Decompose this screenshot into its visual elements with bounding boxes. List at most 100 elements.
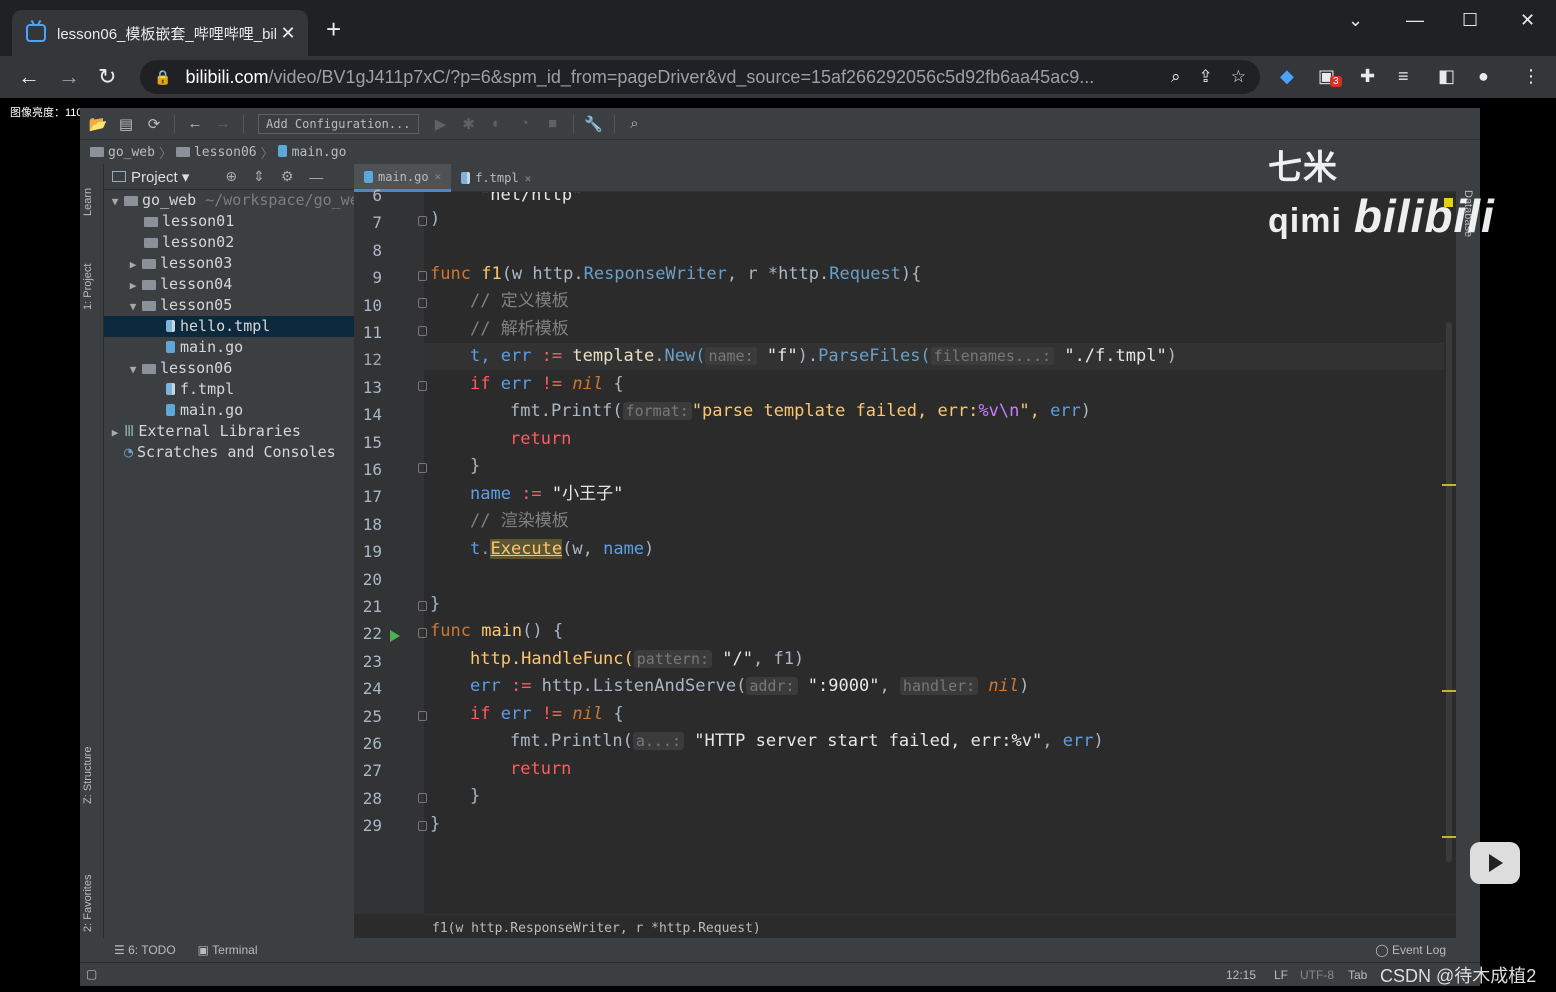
tree-item-lesson01[interactable]: lesson01	[104, 211, 354, 232]
editor-tab-f-tmpl[interactable]: f.tmpl ✕	[451, 164, 541, 192]
search-icon[interactable]: ⌕	[621, 115, 649, 132]
event-log-tab[interactable]: ◯ Event Log	[1375, 943, 1446, 957]
maximize-icon[interactable]: ☐	[1462, 10, 1478, 31]
puzzle-icon[interactable]: ✚	[1360, 66, 1375, 87]
extension-shield-icon[interactable]: ◆	[1280, 66, 1294, 87]
line-separator[interactable]: LF	[1274, 968, 1288, 982]
code-line-17: name := "小王子"	[470, 484, 624, 504]
open-folder-icon[interactable]: 📂	[84, 115, 112, 133]
run-main-icon[interactable]	[390, 630, 400, 642]
project-tree: ▼ go_web ~/workspace/go_we lesson01 lesso…	[104, 190, 359, 463]
save-icon[interactable]: ▤	[112, 115, 140, 133]
folder-icon	[142, 280, 156, 290]
warning-marker[interactable]	[1442, 484, 1456, 486]
tree-item-external-libraries[interactable]: ▶ Ⅲ External Libraries	[104, 421, 354, 442]
structure-tab[interactable]: Z: Structure	[82, 747, 94, 804]
terminal-tab[interactable]: ▣ Terminal	[198, 943, 258, 957]
project-view-selector[interactable]: Project ▾	[112, 168, 189, 186]
locate-icon[interactable]: ⊕	[225, 168, 237, 185]
code-area[interactable]: "net/http" ) func f1(w http.ResponseWrit…	[424, 192, 1444, 914]
reload-icon[interactable]: ↻	[98, 64, 116, 90]
tree-item-scratches[interactable]: ◔ Scratches and Consoles	[104, 442, 354, 463]
layout-icon[interactable]: ▢	[86, 967, 97, 981]
new-tab-button[interactable]: +	[326, 16, 341, 42]
extension-game-icon[interactable]: ▣ 3	[1318, 66, 1342, 87]
warning-marker[interactable]	[1442, 690, 1456, 692]
debug-icon[interactable]: ✱	[455, 115, 483, 133]
caret-position[interactable]: 12:15	[1226, 968, 1256, 982]
tab-close-icon[interactable]: ✕	[276, 23, 300, 44]
todo-tab[interactable]: ☰ 6: TODO	[114, 943, 176, 957]
editor-scrollbar[interactable]	[1444, 192, 1456, 914]
close-window-icon[interactable]: ✕	[1520, 10, 1535, 31]
profile-avatar-icon[interactable]: ●	[1478, 66, 1489, 87]
breadcrumb-main-go[interactable]: main.go	[277, 144, 346, 160]
code-line-25: if err != nil {	[470, 704, 624, 724]
tab-search-icon[interactable]: ⌄	[1348, 10, 1363, 31]
breadcrumb-go-web[interactable]: go_web	[90, 145, 155, 160]
run-icon[interactable]: ▶	[427, 115, 455, 133]
tab-title: lesson06_模板嵌套_哔哩哔哩_bil	[57, 25, 276, 43]
tree-item-f-tmpl[interactable]: f.tmpl	[104, 379, 354, 400]
project-tab[interactable]: 1: Project	[82, 264, 94, 310]
nav-forward-icon[interactable]: →	[209, 115, 237, 132]
scroll-thumb[interactable]	[1446, 322, 1452, 862]
code-line-24: err := http.ListenAndServe(addr: ":9000"…	[470, 676, 1030, 696]
close-tab-icon[interactable]: ✕	[525, 172, 532, 185]
folder-icon	[175, 146, 190, 157]
coverage-icon[interactable]: ◐	[483, 115, 511, 132]
tree-item-lesson06[interactable]: ▼ lesson06	[104, 358, 354, 379]
tree-item-lesson04[interactable]: ▶ lesson04	[104, 274, 354, 295]
sync-icon[interactable]: ⟳	[140, 115, 168, 133]
warning-marker[interactable]	[1442, 836, 1456, 838]
code-line-7: )	[430, 209, 441, 229]
code-line-22: func main() {	[430, 621, 564, 641]
status-bar: ▢ 12:15 LF UTF-8 Tab	[80, 962, 1480, 986]
side-panel-icon[interactable]: ◧	[1438, 66, 1455, 87]
code-line-14: fmt.Printf(format: "parse template failed…	[510, 401, 1092, 421]
extension-badge: 3	[1330, 76, 1342, 87]
share-icon[interactable]: ⇪	[1199, 67, 1213, 87]
tree-item-main-go[interactable]: main.go	[104, 400, 354, 421]
hide-panel-icon[interactable]: —	[309, 169, 323, 185]
tree-item-go-web[interactable]: ▼ go_web ~/workspace/go_we	[104, 190, 359, 211]
forward-icon[interactable]: →	[58, 64, 80, 90]
csdn-watermark: CSDN @待木成植2	[1380, 966, 1537, 986]
bookmark-star-icon[interactable]: ☆	[1231, 67, 1246, 87]
project-panel: Project ▾ ⊕ ⇕ ⚙ — ▼ go_web ~/workspace/go…	[104, 164, 359, 968]
tree-item-lesson02[interactable]: lesson02	[104, 232, 354, 253]
indent-setting[interactable]: Tab	[1348, 968, 1367, 982]
tree-item-main-go[interactable]: main.go	[104, 337, 354, 358]
lock-icon[interactable]: 🔒	[154, 69, 171, 86]
add-configuration-button[interactable]: Add Configuration...	[258, 113, 419, 134]
tree-item-hello-tmpl[interactable]: hello.tmpl	[104, 316, 354, 337]
favorites-tab[interactable]: 2: Favorites	[82, 875, 94, 932]
nav-back-icon[interactable]: ←	[181, 115, 209, 132]
settings-gear-icon[interactable]: ⚙	[281, 168, 294, 185]
fold-markers	[354, 192, 427, 914]
browser-tab[interactable]: lesson06_模板嵌套_哔哩哔哩_bil ✕	[12, 10, 308, 56]
toolbar-separator	[243, 114, 244, 133]
code-line-23: http.HandleFunc(pattern: "/", f1)	[470, 649, 805, 669]
media-list-icon[interactable]: ≡	[1398, 66, 1409, 87]
file-encoding[interactable]: UTF-8	[1300, 968, 1334, 982]
project-panel-header: Project ▾ ⊕ ⇕ ⚙ —	[104, 164, 354, 190]
collapse-icon[interactable]: ⇕	[253, 168, 265, 185]
tree-item-lesson03[interactable]: ▶ lesson03	[104, 253, 354, 274]
code-line-15: return	[510, 429, 572, 449]
ide-toolbar: 📂 ▤ ⟳ ← → Add Configuration... ▶ ✱ ◐ ◔ ■…	[80, 108, 1480, 140]
wrench-icon[interactable]: 🔧	[580, 115, 608, 133]
learn-tab[interactable]: Learn	[82, 188, 94, 216]
profile-icon[interactable]: ◔	[511, 115, 539, 132]
uploader-watermark: 七米qimi bilibili	[1268, 149, 1495, 242]
template-file-icon	[166, 320, 175, 332]
breadcrumb-lesson06[interactable]: lesson06	[175, 145, 257, 160]
zoom-icon[interactable]: ⌕	[1171, 67, 1181, 87]
tree-item-lesson05[interactable]: ▼ lesson05	[104, 295, 354, 316]
minimize-icon[interactable]: —	[1406, 10, 1424, 31]
address-bar[interactable]: 🔒 bilibili.com/video/BV1gJ411p7xC/?p=6&s…	[140, 60, 1260, 94]
close-tab-icon[interactable]: ✕	[435, 170, 442, 183]
menu-kebab-icon[interactable]: ⋮	[1522, 66, 1540, 87]
back-icon[interactable]: ←	[18, 64, 40, 90]
stop-icon[interactable]: ■	[539, 115, 567, 132]
